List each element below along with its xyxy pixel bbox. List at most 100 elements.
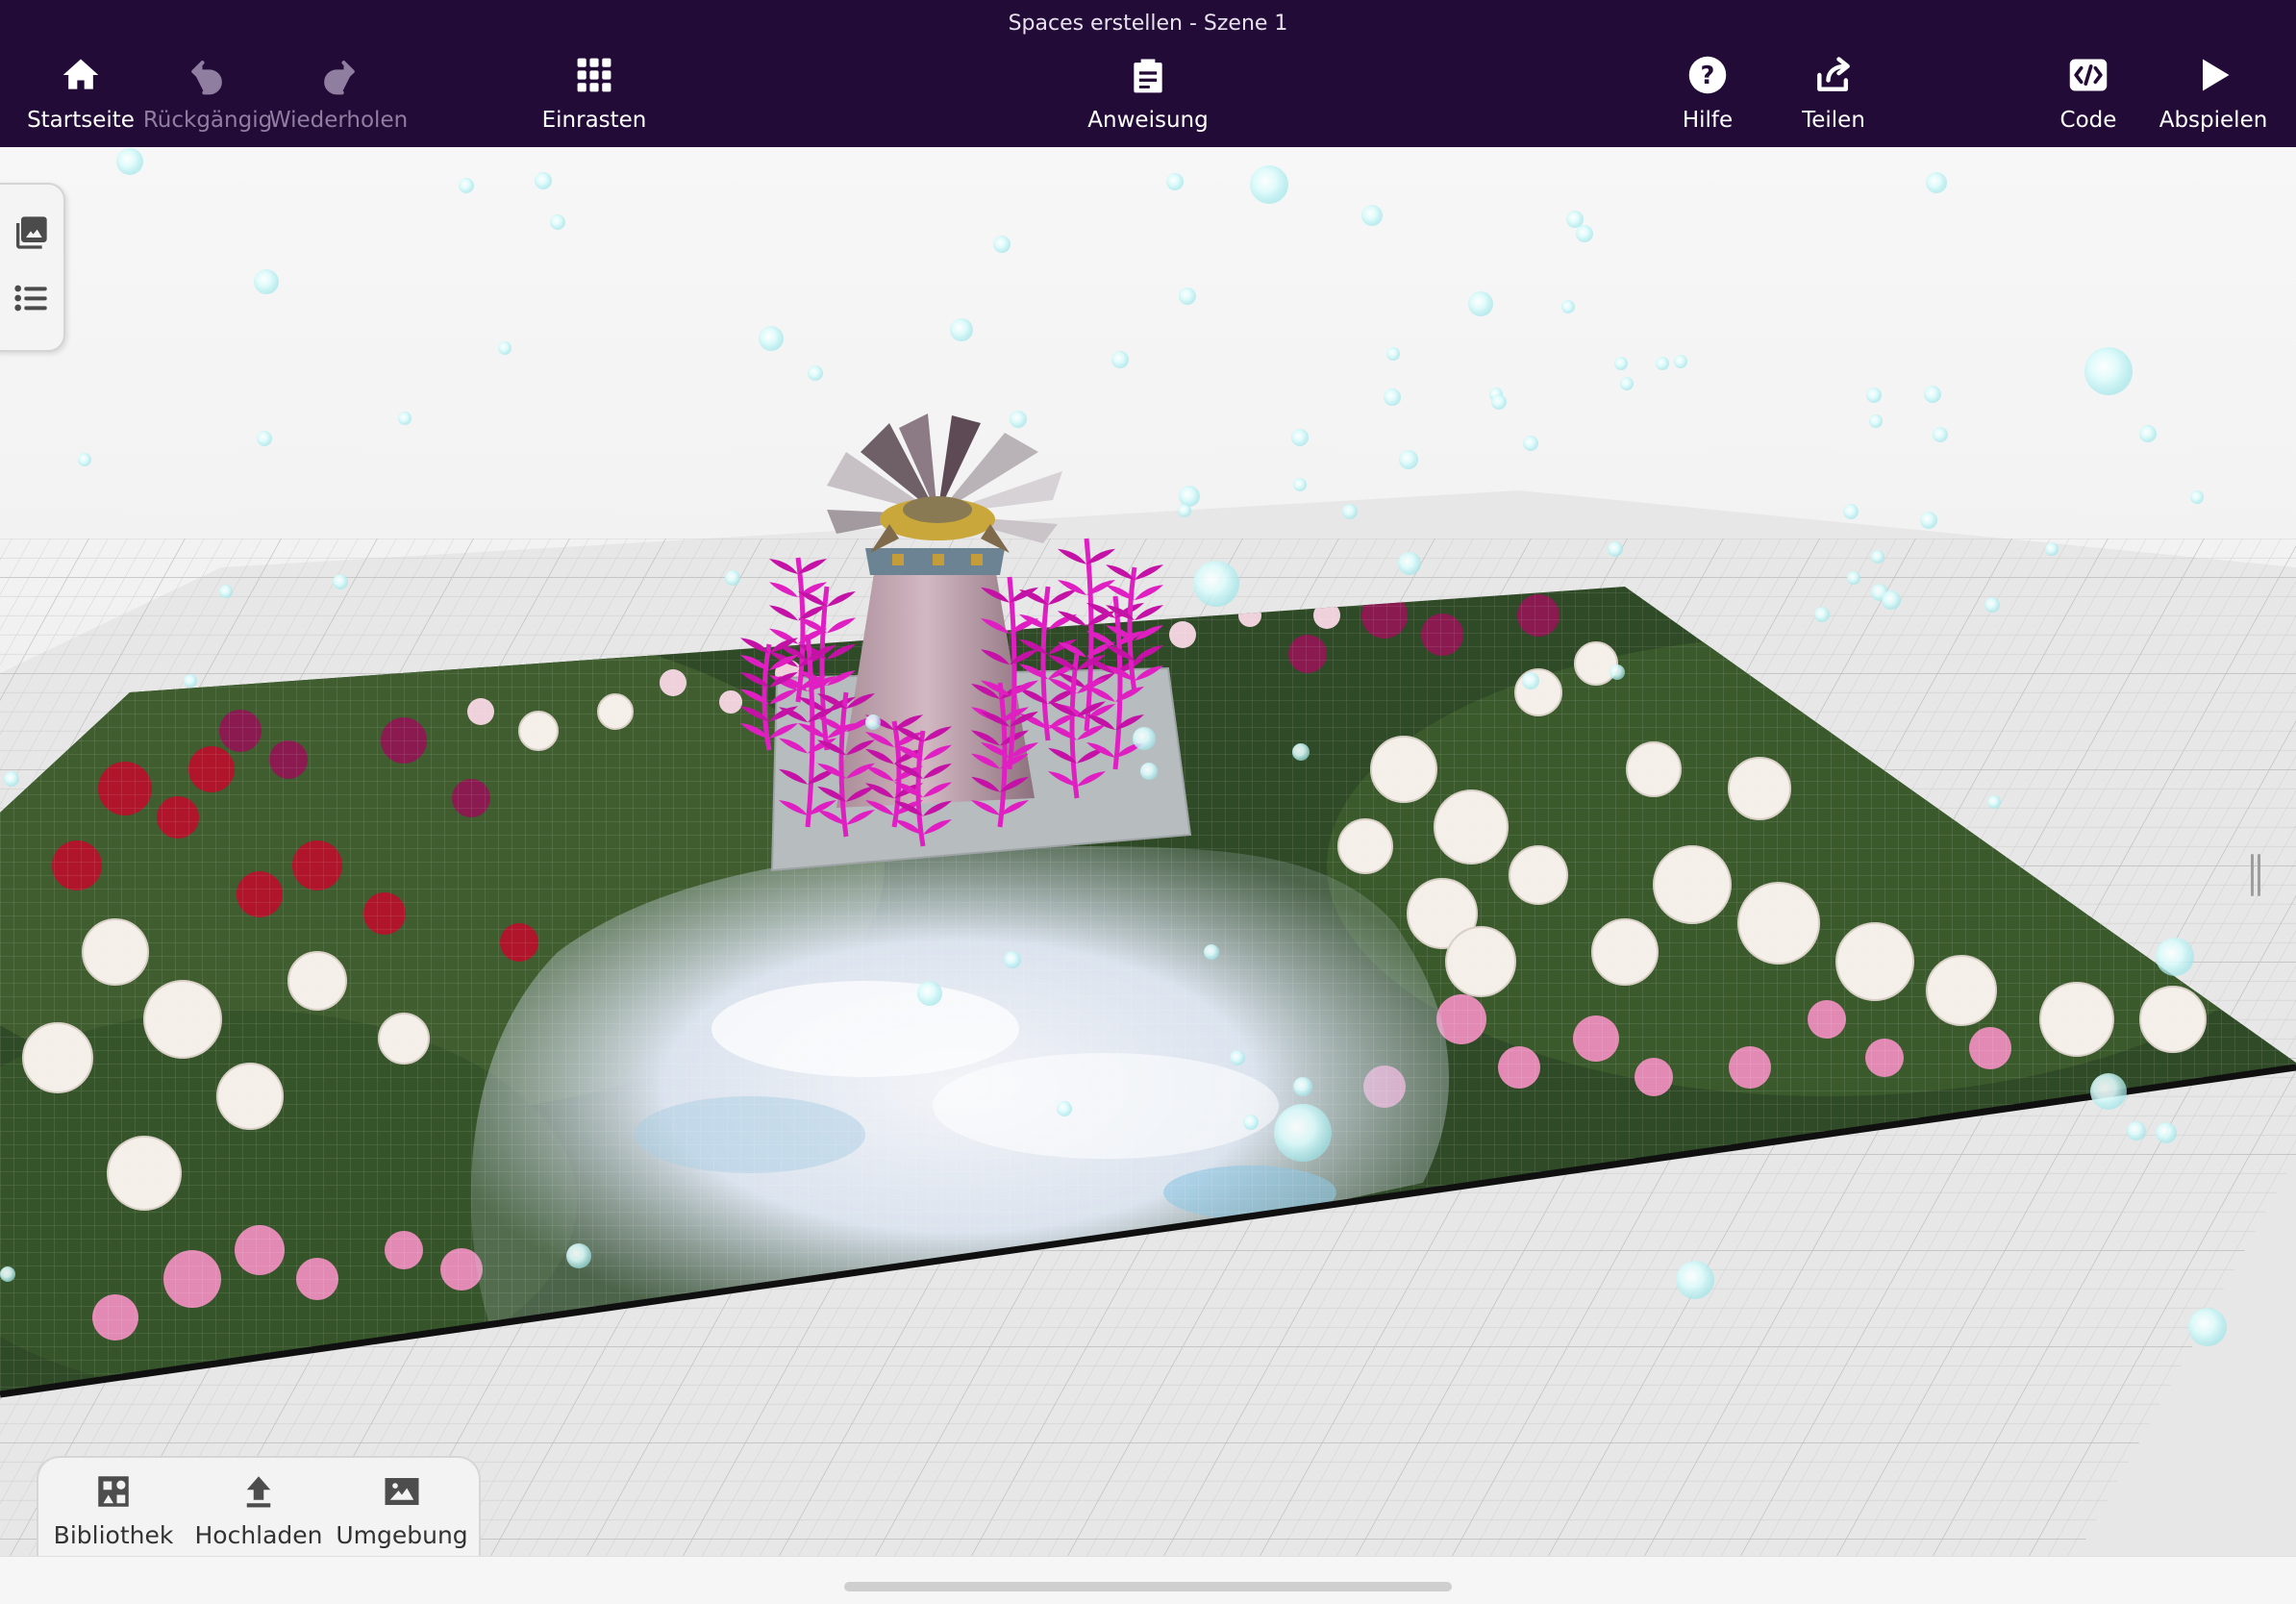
- bubble: [1869, 414, 1883, 428]
- bubble: [1204, 944, 1219, 960]
- bubble: [1866, 388, 1882, 403]
- bubble: [1924, 386, 1941, 403]
- code-label: Code: [2059, 108, 2117, 133]
- bubble: [950, 318, 973, 341]
- bubble: [1984, 597, 2000, 613]
- play-icon: [2190, 52, 2236, 98]
- home-label: Startseite: [27, 108, 135, 133]
- bubble: [1384, 388, 1401, 406]
- clipboard-icon: [1125, 52, 1171, 98]
- home-indicator[interactable]: [844, 1582, 1452, 1591]
- bubble: [1111, 351, 1129, 368]
- bubble: [725, 570, 740, 586]
- bubble: [1193, 561, 1239, 607]
- bubble: [254, 269, 279, 294]
- gallery-icon: [16, 216, 47, 249]
- bubble: [1882, 590, 1901, 610]
- bubble: [1523, 436, 1538, 451]
- bubble: [759, 326, 784, 351]
- bubble: [1561, 300, 1575, 313]
- bubble: [1920, 512, 1937, 529]
- scene-canvas[interactable]: [0, 147, 2296, 1556]
- undo-button[interactable]: Rückgängig: [142, 52, 273, 140]
- bubble: [566, 1243, 591, 1268]
- bubble: [1004, 951, 1021, 968]
- share-icon: [1810, 52, 1857, 98]
- snap-button[interactable]: Einrasten: [538, 52, 650, 140]
- bubble: [1566, 211, 1584, 228]
- grid-icon: [571, 52, 617, 98]
- bubble: [1987, 795, 2001, 809]
- help-label: Hilfe: [1682, 108, 1734, 133]
- landscape-icon: [385, 1478, 419, 1505]
- bubble: [1274, 1104, 1332, 1162]
- bubble: [1847, 571, 1860, 585]
- bubble: [1342, 504, 1358, 519]
- bubble: [1293, 478, 1307, 491]
- bubble: [550, 214, 565, 230]
- bubble: [2188, 1308, 2227, 1346]
- home-icon: [58, 52, 104, 98]
- bubble: [865, 714, 881, 730]
- bubble: [1140, 763, 1158, 780]
- handle-bar: [2251, 854, 2254, 896]
- bubble: [1398, 552, 1421, 575]
- bubble: [1620, 377, 1634, 390]
- bubble: [2127, 1121, 2146, 1140]
- share-button[interactable]: Teilen: [1792, 52, 1875, 140]
- bubble: [1291, 429, 1309, 446]
- code-button[interactable]: Code: [2052, 52, 2125, 140]
- bubble: [1243, 1115, 1259, 1130]
- environment-button[interactable]: Umgebung: [336, 1471, 468, 1549]
- bubble: [184, 674, 197, 688]
- bubble: [78, 453, 91, 466]
- library-icon: [98, 1476, 129, 1507]
- bubble: [1292, 743, 1310, 761]
- bubble: [1010, 411, 1027, 428]
- upload-button[interactable]: Hochladen: [194, 1471, 323, 1549]
- bubble: [1250, 165, 1288, 204]
- bubble: [1179, 288, 1196, 305]
- list-icon: [14, 285, 47, 312]
- snap-label: Einrasten: [541, 108, 647, 133]
- redo-button[interactable]: Wiederholen: [269, 52, 408, 140]
- bubble: [1608, 541, 1623, 557]
- library-button[interactable]: Bibliothek: [54, 1471, 173, 1549]
- play-label: Abspielen: [2159, 108, 2268, 133]
- gallery-button[interactable]: [8, 210, 54, 256]
- bubble: [1814, 607, 1830, 622]
- bubble: [1166, 173, 1184, 190]
- bubble: [1491, 394, 1507, 410]
- bubble: [2045, 542, 2059, 556]
- bubble: [1293, 1077, 1312, 1096]
- instruction-button[interactable]: Anweisung: [1085, 52, 1211, 140]
- scene-viewport[interactable]: [0, 147, 2296, 1556]
- bubble: [1674, 355, 1687, 368]
- resize-handle[interactable]: [2251, 854, 2262, 896]
- bubble: [1230, 1050, 1245, 1065]
- undo-label: Rückgängig: [142, 108, 273, 133]
- bubble: [535, 172, 552, 189]
- bubble: [2156, 1122, 2177, 1143]
- bubble: [459, 178, 474, 193]
- home-button[interactable]: Startseite: [27, 52, 135, 140]
- play-button[interactable]: Abspielen: [2159, 52, 2267, 140]
- environment-label: Umgebung: [336, 1521, 468, 1549]
- bubble: [1361, 205, 1383, 226]
- list-button[interactable]: [8, 275, 54, 321]
- bubble: [808, 365, 823, 381]
- bubble: [1399, 450, 1418, 469]
- top-toolbar: Spaces erstellen - Szene 1 Startseite Rü…: [0, 0, 2296, 147]
- upload-icon: [246, 1476, 271, 1508]
- bubble: [917, 981, 942, 1006]
- handle-bar: [2258, 854, 2260, 896]
- bubble: [993, 236, 1011, 253]
- bubble: [1468, 291, 1493, 316]
- help-button[interactable]: ? Hilfe: [1673, 52, 1742, 140]
- bubble: [1179, 486, 1200, 507]
- redo-icon: [315, 52, 362, 98]
- bubble: [2090, 1073, 2127, 1110]
- bubble: [1843, 504, 1859, 519]
- bubble: [1133, 727, 1156, 750]
- bubble: [1057, 1101, 1072, 1116]
